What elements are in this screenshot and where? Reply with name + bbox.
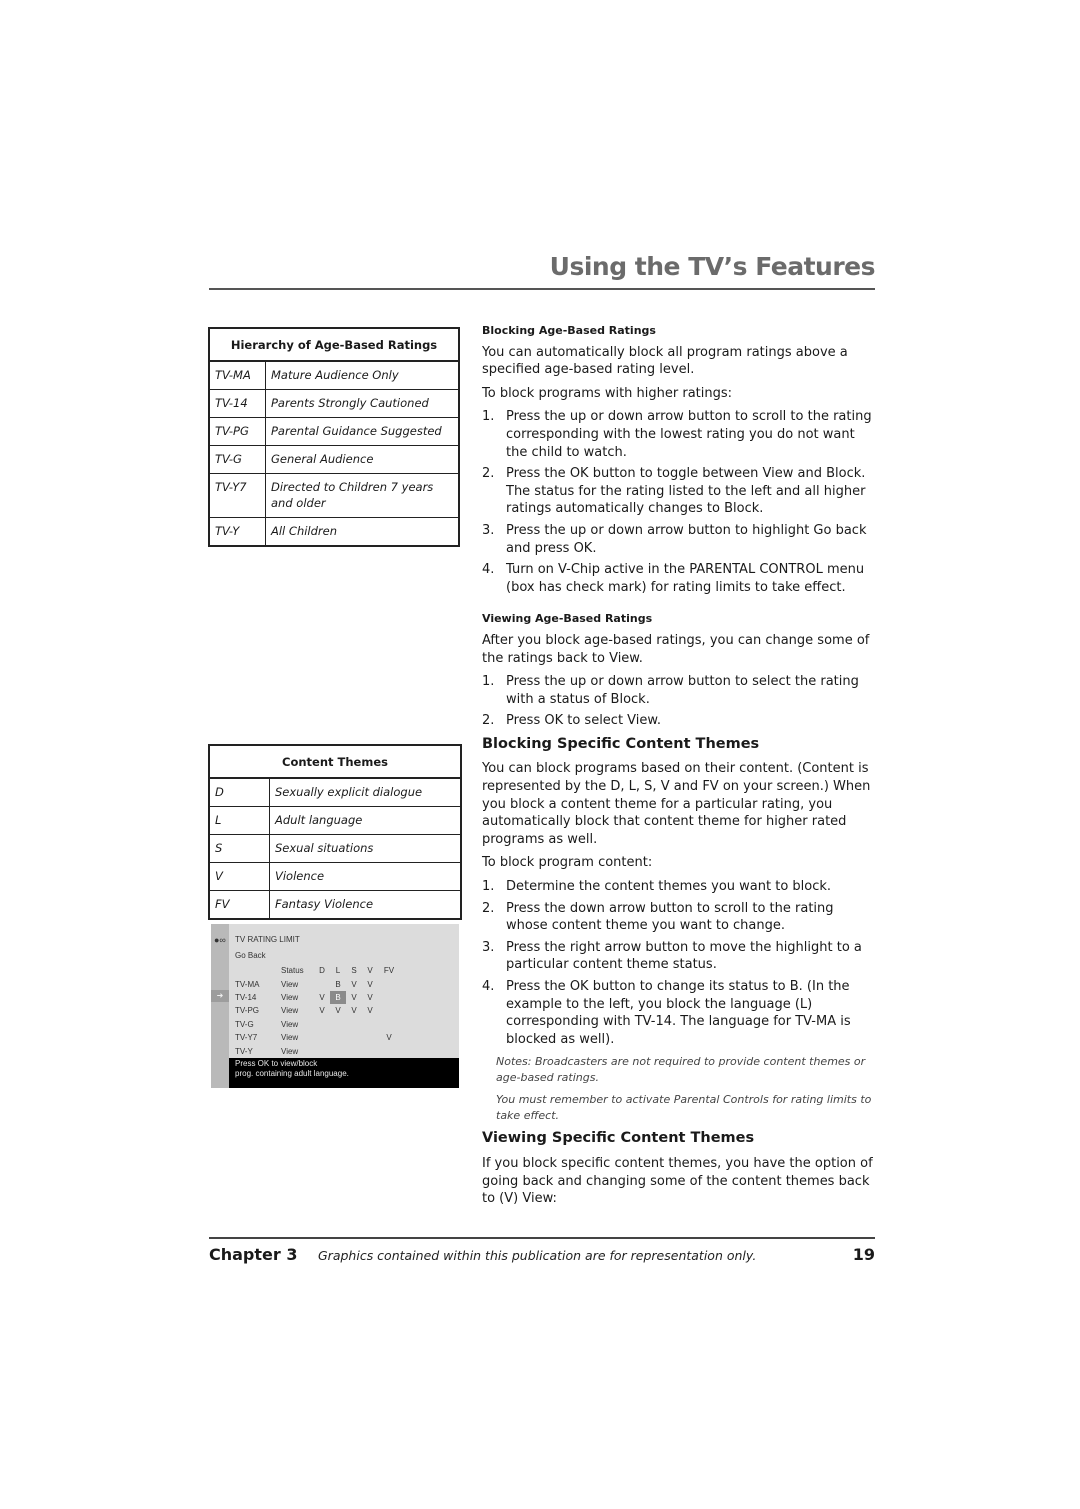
grid-row[interactable]: TV-MA View B VV bbox=[235, 977, 400, 990]
selected-cell[interactable]: B bbox=[330, 990, 346, 1005]
list-item: 1. Press the up or down arrow button to s… bbox=[482, 674, 859, 707]
age-ratings-table: Hierarchy of Age-Based Ratings TV-MA Matu… bbox=[208, 327, 460, 547]
theme-desc: Sexual situations bbox=[269, 834, 461, 863]
steps-list: 1. Press the up or down arrow button to s… bbox=[482, 673, 874, 730]
section-heading: Viewing Specific Content Themes bbox=[482, 1130, 755, 1147]
header-divider bbox=[209, 288, 875, 290]
table-title: Content Themes bbox=[209, 745, 461, 779]
theme-header: S bbox=[351, 966, 357, 976]
rating-code: TV-MA bbox=[209, 361, 266, 390]
footer-divider bbox=[209, 1237, 875, 1239]
paragraph: To block program content: bbox=[482, 855, 653, 871]
theme-header: V bbox=[367, 966, 373, 976]
list-item: 2. Press OK to select View. bbox=[482, 713, 661, 729]
rating-desc: All Children bbox=[271, 524, 338, 538]
grid-header-row: Status D L S V FV bbox=[235, 964, 400, 977]
lock-icon: ●∞ bbox=[214, 935, 226, 945]
rating-desc: Parental Guidance Suggested bbox=[265, 417, 459, 446]
grid-row[interactable]: TV-PG View VV VV bbox=[235, 1004, 400, 1017]
table-row: TV-Y7 Directed to Children 7 years and ol… bbox=[209, 473, 459, 518]
right-arrow-icon: ➜ bbox=[211, 990, 229, 1002]
paragraph: If you block specific content themes, yo… bbox=[482, 1155, 873, 1207]
table-row: FV Fantasy Violence bbox=[209, 890, 461, 919]
paragraph: After you block age-based ratings, you c… bbox=[482, 632, 870, 666]
steps-list: 1. Press the up or down arrow button to s… bbox=[482, 408, 874, 596]
table-row: TV-MA Mature Audience Only bbox=[209, 361, 459, 390]
table-row: TV-PG Parental Guidance Suggested bbox=[209, 417, 459, 446]
rating-code: TV-PG bbox=[209, 417, 266, 446]
table-title: Hierarchy of Age-Based Ratings bbox=[209, 328, 459, 362]
section-subheading: Blocking Age-Based Ratings bbox=[482, 324, 656, 337]
rating-desc: Parents Strongly Cautioned bbox=[265, 389, 459, 418]
rating-desc: General Audience bbox=[265, 445, 459, 474]
list-item: 3. Press the up or down arrow button to h… bbox=[482, 522, 867, 556]
theme-desc: Adult language bbox=[269, 806, 461, 835]
rating-code: TV-14 bbox=[209, 389, 266, 418]
theme-code: D bbox=[209, 778, 270, 807]
footer-disclaimer: Graphics contained within this publicati… bbox=[318, 1248, 757, 1263]
theme-desc: Violence bbox=[269, 862, 461, 891]
grid-row[interactable]: TV-G View bbox=[235, 1018, 400, 1031]
theme-desc: Sexually explicit dialogue bbox=[269, 778, 461, 807]
steps-list: 1. Determine the content themes you want … bbox=[482, 878, 874, 1048]
paragraph: To block programs with higher ratings: bbox=[482, 385, 733, 401]
theme-code: L bbox=[209, 806, 270, 835]
rating-code: TV-Y bbox=[209, 517, 266, 546]
tv-rating-grid: Status D L S V FV TV-MA View B VV TV-14 Vi… bbox=[235, 964, 400, 1058]
theme-code: S bbox=[209, 834, 270, 863]
rating-code: TV-Y7 bbox=[209, 473, 266, 518]
table-row: L Adult language bbox=[209, 806, 461, 835]
go-back-item[interactable]: Go Back bbox=[235, 951, 266, 960]
list-item: 4. Press the OK button to change its stat… bbox=[482, 979, 851, 1047]
table-row: TV-Y All Children bbox=[209, 517, 459, 546]
main-text-column: Blocking Age-Based Ratings You can autom… bbox=[482, 322, 874, 1214]
theme-header: D bbox=[319, 966, 325, 976]
tv-menu-sidebar: ●∞ ➜ bbox=[211, 924, 229, 1088]
tv-menu-title: TV RATING LIMIT bbox=[235, 935, 300, 944]
tv-help-message: Press OK to view/block prog. containing … bbox=[229, 1058, 459, 1088]
rating-desc: Mature Audience Only bbox=[265, 361, 459, 390]
rating-code: TV-G bbox=[209, 445, 266, 474]
list-item: 1. Press the up or down arrow button to s… bbox=[482, 409, 872, 460]
table-row: TV-G General Audience bbox=[209, 445, 459, 474]
paragraph: You can block programs based on their co… bbox=[482, 761, 871, 847]
theme-header: FV bbox=[383, 966, 395, 976]
list-item: 4. Turn on V-Chip active in the PARENTAL … bbox=[482, 562, 865, 595]
tv-rating-limit-screen: ●∞ ➜ TV RATING LIMIT Go Back Status D L … bbox=[211, 924, 459, 1088]
chapter-label: Chapter 3 bbox=[209, 1245, 298, 1264]
rating-desc: Directed to Children 7 years and older bbox=[265, 473, 459, 518]
note: Notes: Broadcasters are not required to … bbox=[496, 1055, 866, 1085]
theme-code: FV bbox=[209, 890, 270, 919]
list-item: 1. Determine the content themes you want … bbox=[482, 879, 832, 895]
page-number: 19 bbox=[852, 1245, 875, 1264]
section-subheading: Viewing Age-Based Ratings bbox=[482, 612, 653, 626]
note: You must remember to activate Parental C… bbox=[496, 1093, 872, 1123]
table-row: V Violence bbox=[209, 862, 461, 891]
theme-desc: Fantasy Violence bbox=[275, 897, 374, 911]
page-title: Using the TV’s Features bbox=[549, 252, 876, 281]
theme-header: L bbox=[335, 966, 341, 976]
list-item: 2. Press the OK button to toggle between … bbox=[482, 466, 866, 517]
list-item: 3. Press the right arrow button to move t… bbox=[482, 939, 862, 973]
list-item: 2. Press the down arrow button to scroll … bbox=[482, 900, 834, 934]
grid-row[interactable]: TV-Y7 View V bbox=[235, 1031, 400, 1044]
grid-row[interactable]: TV-Y View bbox=[235, 1044, 400, 1057]
content-themes-table: Content Themes D Sexually explicit dialog… bbox=[208, 744, 462, 920]
table-row: D Sexually explicit dialogue bbox=[209, 778, 461, 807]
section-heading: Blocking Specific Content Themes bbox=[482, 735, 760, 752]
status-header: Status bbox=[281, 966, 304, 976]
table-row: S Sexual situations bbox=[209, 834, 461, 863]
table-row: TV-14 Parents Strongly Cautioned bbox=[209, 389, 459, 418]
theme-code: V bbox=[209, 862, 270, 891]
grid-row-selected[interactable]: TV-14 View VB VV bbox=[235, 990, 400, 1005]
paragraph: You can automatically block all program … bbox=[482, 344, 848, 378]
